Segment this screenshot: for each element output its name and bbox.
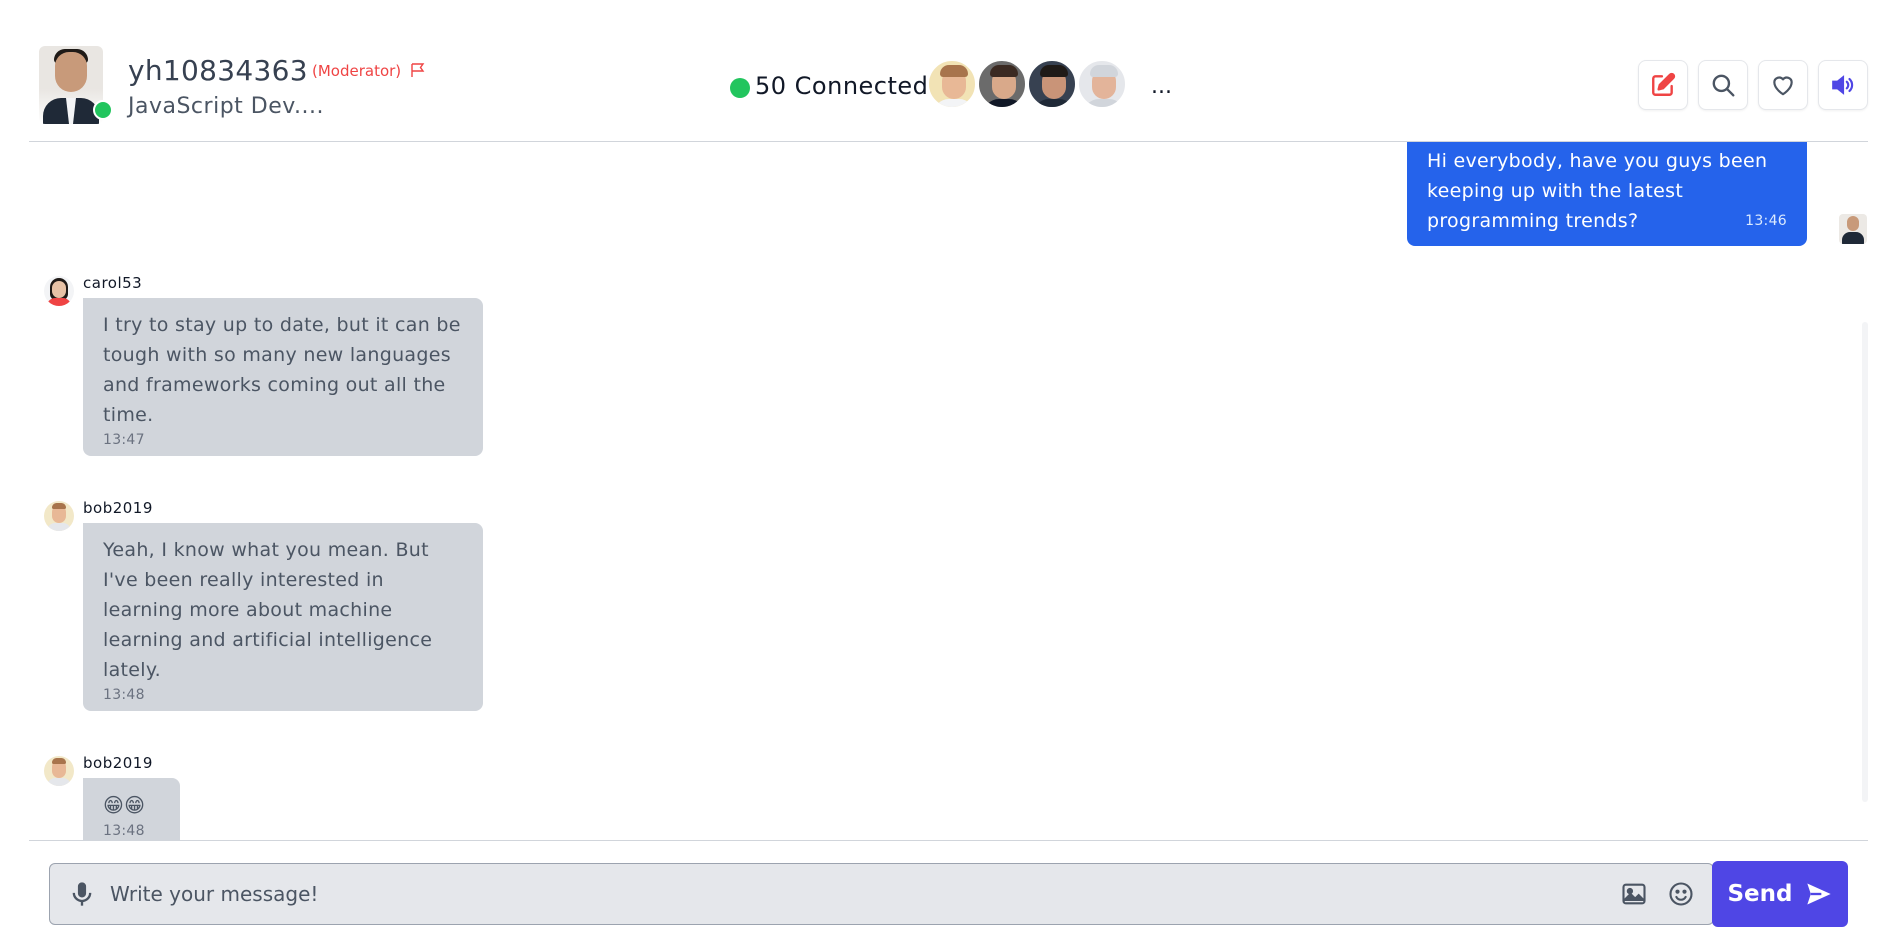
connected-avatar[interactable]	[977, 59, 1027, 109]
user-avatar[interactable]	[44, 501, 74, 531]
search-icon	[1712, 74, 1735, 97]
my-message-bubble[interactable]: Hi everybody, have you guys been keeping…	[1407, 142, 1807, 246]
message-text: Yeah, I know what you mean. But I've bee…	[103, 539, 433, 681]
volume-icon	[1832, 75, 1854, 95]
favorite-button[interactable]	[1758, 60, 1808, 110]
message-text: I try to stay up to date, but it can be …	[103, 314, 461, 426]
message-sender[interactable]: bob2019	[83, 499, 153, 517]
message-composer	[49, 863, 1714, 925]
message-list[interactable]: Hi everybody, have you guys been keeping…	[29, 142, 1868, 840]
flag-icon[interactable]	[410, 62, 426, 78]
message-sender[interactable]: carol53	[83, 274, 142, 292]
message-input[interactable]	[110, 876, 1610, 912]
current-username: yh10834363	[128, 54, 308, 87]
current-user-avatar[interactable]	[39, 46, 113, 124]
connected-status-dot	[730, 78, 750, 98]
user-avatar[interactable]	[44, 756, 74, 786]
send-label: Send	[1727, 881, 1793, 907]
microphone-icon[interactable]	[68, 880, 96, 908]
message-bubble[interactable]: 😁😁 13:48	[83, 778, 180, 840]
connected-avatar[interactable]	[1027, 59, 1077, 109]
edit-icon	[1652, 72, 1676, 96]
online-status-dot	[93, 100, 113, 120]
message-bubble[interactable]: Yeah, I know what you mean. But I've bee…	[83, 523, 483, 711]
emoji-icon[interactable]	[1667, 880, 1695, 908]
my-avatar-small	[1839, 214, 1867, 244]
connected-avatar[interactable]	[1077, 59, 1127, 109]
message-text: 😁😁	[103, 793, 146, 817]
chat-header: yh10834363 (Moderator) JavaScript Dev...…	[29, 0, 1868, 142]
room-subtitle: JavaScript Dev....	[128, 94, 325, 119]
user-avatar[interactable]	[44, 276, 74, 306]
connected-avatar[interactable]	[927, 59, 977, 109]
message-time: 13:48	[103, 687, 145, 703]
edit-button[interactable]	[1638, 60, 1688, 110]
search-button[interactable]	[1698, 60, 1748, 110]
message-time: 13:46	[1745, 213, 1787, 229]
send-button[interactable]: Send	[1712, 861, 1848, 927]
more-users-indicator[interactable]: ...	[1151, 74, 1172, 99]
send-icon	[1806, 883, 1831, 905]
role-label: (Moderator)	[312, 62, 402, 80]
chat-app: yh10834363 (Moderator) JavaScript Dev...…	[0, 0, 1900, 947]
message-text: Hi everybody, have you guys been keeping…	[1427, 150, 1768, 232]
message-time: 13:48	[103, 823, 145, 839]
composer-divider	[29, 840, 1868, 841]
image-icon[interactable]	[1620, 880, 1648, 908]
message-bubble[interactable]: I try to stay up to date, but it can be …	[83, 298, 483, 456]
heart-icon	[1773, 76, 1793, 96]
message-time: 13:47	[103, 432, 145, 448]
sound-button[interactable]	[1818, 60, 1868, 110]
connected-count: 50 Connected	[755, 72, 929, 100]
message-scrollbar[interactable]	[1862, 322, 1868, 802]
message-sender[interactable]: bob2019	[83, 754, 153, 772]
